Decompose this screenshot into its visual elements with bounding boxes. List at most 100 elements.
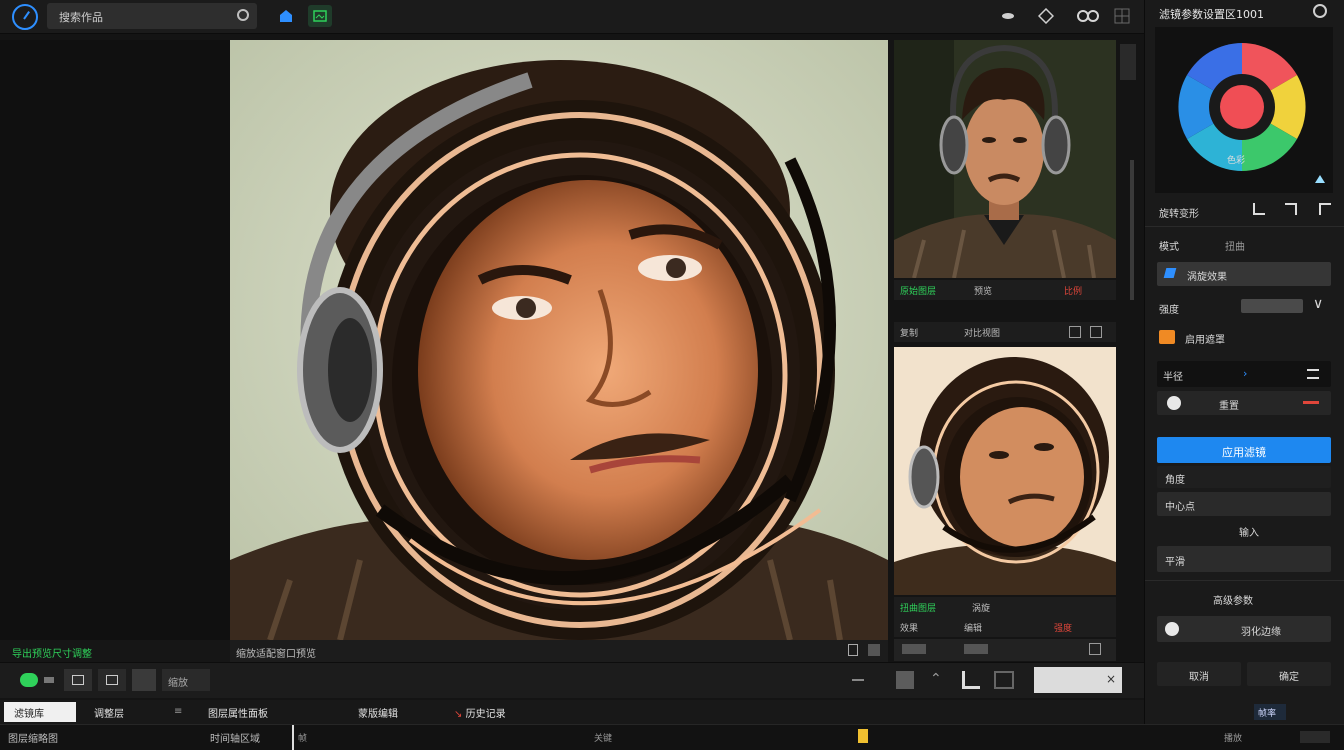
feather-icon [1165,622,1179,636]
hand-tool-button[interactable] [996,5,1020,27]
grid-icon [1114,8,1130,24]
cancel-button[interactable]: 取消 [1157,662,1241,686]
tab-history[interactable]: ↘ 历史记录 [444,702,516,722]
tool-flip-icon[interactable] [1319,203,1331,215]
home-icon [280,10,292,22]
export-button[interactable] [132,669,156,691]
thumb2-more-icon[interactable] [1089,643,1101,655]
thumb2-edit-label[interactable]: 编辑 [964,621,982,634]
thumb1-close-icon[interactable] [1090,326,1102,338]
tool-rotate-icon[interactable] [1253,203,1265,215]
reset-row[interactable]: 重置 [1157,391,1331,415]
fit-icon[interactable] [848,644,858,656]
thumb1-expand-icon[interactable] [1069,326,1081,338]
feather-label: 羽化边缘 [1241,627,1281,638]
diamond-tool-button[interactable] [1034,5,1058,27]
frame-tool-icon[interactable] [994,671,1014,689]
preview-close-icon[interactable]: × [1106,672,1116,686]
grid-button[interactable] [1110,5,1134,27]
zoom-field-label: 缩放 [168,678,188,689]
tab-label: 蒙版编辑 [358,709,398,720]
camera-button[interactable] [64,669,92,691]
panel-history-icon[interactable] [1313,4,1327,18]
preview-toggle-button[interactable]: × [1034,667,1122,693]
bottom-tab-strip: 滤镜库 调整层 ≡ 图层属性面板 蒙版编辑 ↘ 历史记录 [0,700,1144,724]
main-image-canvas[interactable] [230,40,888,640]
tab-filter-library[interactable]: 滤镜库 [4,702,76,722]
thumb2-strength-label: 强度 [1054,624,1073,634]
tab-mask-edit[interactable]: 蒙版编辑 [348,702,408,722]
diamond-icon [1038,8,1054,24]
link-button[interactable] [1074,5,1102,27]
search-input[interactable]: 搜索作品 [47,3,257,29]
field-mode-label: 模式 [1159,242,1179,253]
mask-checkbox[interactable] [1159,330,1175,344]
effect-dropdown-icon [1163,268,1177,278]
center-label: 中心点 [1165,502,1195,513]
thumb2-effect-label[interactable]: 效果 [900,621,918,634]
tab-label: 图层属性面板 [208,709,268,720]
thumb1-compare-label[interactable]: 对比视图 [964,326,1000,339]
angle-row[interactable]: 角度 [1157,466,1331,488]
rotate-tool-icon[interactable] [962,671,980,689]
bottom-toolstrip: 缩放 ⌃ × [0,662,1144,698]
radius-row[interactable]: 半径 › [1157,361,1331,387]
canvas-status-text: 缩放适配窗口预览 [236,649,316,660]
palette-corner-icon[interactable] [1315,175,1325,183]
radius-menu-icon[interactable] [1307,369,1319,379]
effect-dropdown[interactable]: 涡旋效果 [1157,262,1331,286]
thumb2-swirl-label: 涡旋 [972,604,991,614]
thumbnail-original-bar-2: 复制 对比视图 [894,322,1116,342]
ok-button[interactable]: 确定 [1247,662,1331,686]
thumb2-action-2[interactable] [964,644,988,654]
image-icon [313,10,327,22]
export-status-text: 导出预览尺寸调整 [12,649,92,660]
smooth-row[interactable]: 平滑 [1157,546,1331,572]
amount-chevron-icon[interactable]: ∨ [1313,296,1323,312]
timeline-settings-button[interactable] [1300,731,1330,743]
thumb-scrollbar[interactable] [1130,160,1134,300]
home-button[interactable] [274,5,298,27]
search-icon[interactable] [237,9,249,21]
tab-label: 调整层 [94,709,124,720]
tab-layer-properties[interactable]: 图层属性面板 [198,702,278,722]
tab-adjust-layer[interactable]: 调整层 [84,702,134,722]
feather-row[interactable]: 羽化边缘 [1157,616,1331,642]
image-button[interactable] [308,5,332,27]
remove-icon[interactable] [1303,401,1319,404]
history-marker-icon: ↘ [454,709,463,720]
thumb2-action-1[interactable] [902,644,926,654]
thumbnail-swirl-bar-2: 效果 编辑 强度 [894,617,1116,637]
reset-icon [1167,396,1181,410]
toggle-icon[interactable] [20,673,38,687]
thumb2-action-bar [894,639,1116,661]
reset-label: 重置 [1219,401,1239,412]
fps-tab[interactable]: 帧率 [1254,704,1286,720]
timeline-marker-b: 关键 [594,734,613,744]
canvas-status-bar: 缩放适配窗口预览 [230,640,888,662]
minus-icon[interactable] [852,679,864,681]
thumbnail-swirl[interactable] [894,347,1116,595]
radius-label: 半径 [1163,372,1183,383]
thumbnail-original[interactable] [894,40,1116,278]
mask-checkbox-label: 启用遮罩 [1185,335,1225,346]
timeline-keyframe-icon[interactable] [858,729,868,743]
zoom-field[interactable]: 缩放 [162,669,210,691]
crop-tool-icon[interactable] [896,671,914,689]
thumbnail-swirl-bar-1: 扭曲图层 涡旋 [894,597,1116,617]
thumb1-copy-label[interactable]: 复制 [900,326,918,339]
tab-separator-icon: ≡ [174,706,183,717]
app-logo-icon[interactable] [12,4,38,30]
color-wheel-panel[interactable]: 色彩 [1155,27,1333,193]
apply-filter-button[interactable]: 应用滤镜 [1157,437,1331,463]
fullscreen-icon[interactable] [868,644,880,656]
thumb-scroll-top[interactable] [1120,44,1136,80]
amount-slider[interactable] [1241,299,1303,313]
timeline-playhead[interactable] [292,725,294,750]
up-arrow-icon[interactable]: ⌃ [930,671,942,687]
tool-mirror-icon[interactable] [1285,203,1297,215]
center-row[interactable]: 中心点 [1157,492,1331,516]
layout-button[interactable] [98,669,126,691]
timeline-bar[interactable]: 图层缩略图 时间轴区域 帧 关键 播放 [0,724,1344,750]
thumb1-ratio-label: 比例 [1064,287,1083,297]
